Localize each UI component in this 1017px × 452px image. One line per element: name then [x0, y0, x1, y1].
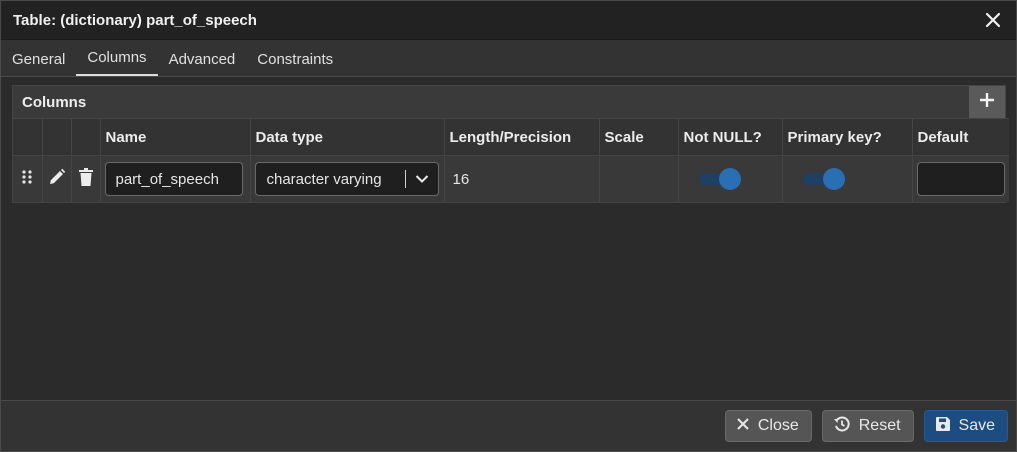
tab-columns[interactable]: Columns	[76, 49, 158, 76]
close-icon	[736, 417, 750, 436]
data-type-value: character varying	[266, 170, 382, 188]
save-button-label: Save	[958, 417, 995, 434]
data-type-select[interactable]: character varying	[254, 162, 439, 196]
columns-panel-title: Columns	[22, 93, 87, 111]
tab-bar: General Columns Advanced Constraints	[1, 40, 1016, 77]
header-drag	[13, 118, 42, 156]
header-default: Default	[911, 118, 1009, 156]
default-value-input[interactable]	[916, 162, 1005, 196]
drag-cell	[13, 155, 42, 202]
reset-icon	[833, 415, 851, 438]
header-name: Name	[99, 118, 250, 156]
add-column-button[interactable]	[969, 86, 1005, 118]
plus-icon	[978, 91, 996, 114]
primary-key-toggle-knob	[822, 168, 845, 190]
primary-key-cell	[781, 155, 912, 202]
header-edit	[41, 118, 71, 156]
not-null-toggle-knob	[718, 168, 741, 190]
column-name-input[interactable]	[104, 162, 243, 196]
header-scale: Scale	[598, 118, 678, 156]
scale-cell[interactable]	[598, 155, 678, 202]
name-cell	[99, 155, 250, 202]
header-data-type: Data type	[249, 118, 444, 156]
length-precision-cell[interactable]: 16	[443, 155, 599, 202]
save-button[interactable]: Save	[923, 410, 1008, 442]
not-null-cell	[677, 155, 782, 202]
close-button-label: Close	[757, 417, 799, 434]
tab-general[interactable]: General	[1, 50, 76, 76]
chevron-down-icon[interactable]	[406, 174, 438, 184]
close-button[interactable]: Close	[724, 410, 812, 442]
edit-icon[interactable]	[48, 168, 66, 190]
close-icon[interactable]	[984, 11, 1002, 29]
tab-constraints[interactable]: Constraints	[246, 50, 344, 76]
table-dialog: Table: (dictionary) part_of_speech Gener…	[0, 0, 1017, 452]
drag-handle-icon[interactable]	[21, 170, 33, 189]
columns-panel-header: Columns	[13, 86, 1005, 118]
delete-cell	[70, 155, 100, 202]
header-length-precision: Length/Precision	[443, 118, 599, 156]
reset-button[interactable]: Reset	[821, 410, 914, 442]
delete-icon[interactable]	[78, 168, 93, 190]
save-icon	[935, 416, 951, 437]
header-not-null: Not NULL?	[677, 118, 782, 156]
tab-content: Columns Name Data type Length/Precision …	[1, 77, 1016, 399]
default-cell	[911, 155, 1009, 202]
not-null-toggle[interactable]	[698, 168, 741, 190]
data-type-cell: character varying	[249, 155, 444, 202]
dialog-titlebar: Table: (dictionary) part_of_speech	[1, 1, 1016, 40]
columns-panel: Columns Name Data type Length/Precision …	[12, 85, 1009, 203]
columns-table: Name Data type Length/Precision Scale No…	[13, 118, 1009, 202]
table-header-row: Name Data type Length/Precision Scale No…	[13, 118, 1009, 156]
header-delete	[70, 118, 100, 156]
tab-advanced[interactable]: Advanced	[158, 50, 247, 76]
length-precision-value: 16	[452, 170, 470, 188]
header-primary-key: Primary key?	[781, 118, 912, 156]
dialog-footer: Close Reset Save	[1, 400, 1016, 451]
dialog-title: Table: (dictionary) part_of_speech	[13, 11, 257, 29]
edit-cell	[41, 155, 71, 202]
table-row: character varying 16	[13, 155, 1009, 202]
reset-button-label: Reset	[858, 417, 901, 434]
primary-key-toggle[interactable]	[802, 168, 845, 190]
